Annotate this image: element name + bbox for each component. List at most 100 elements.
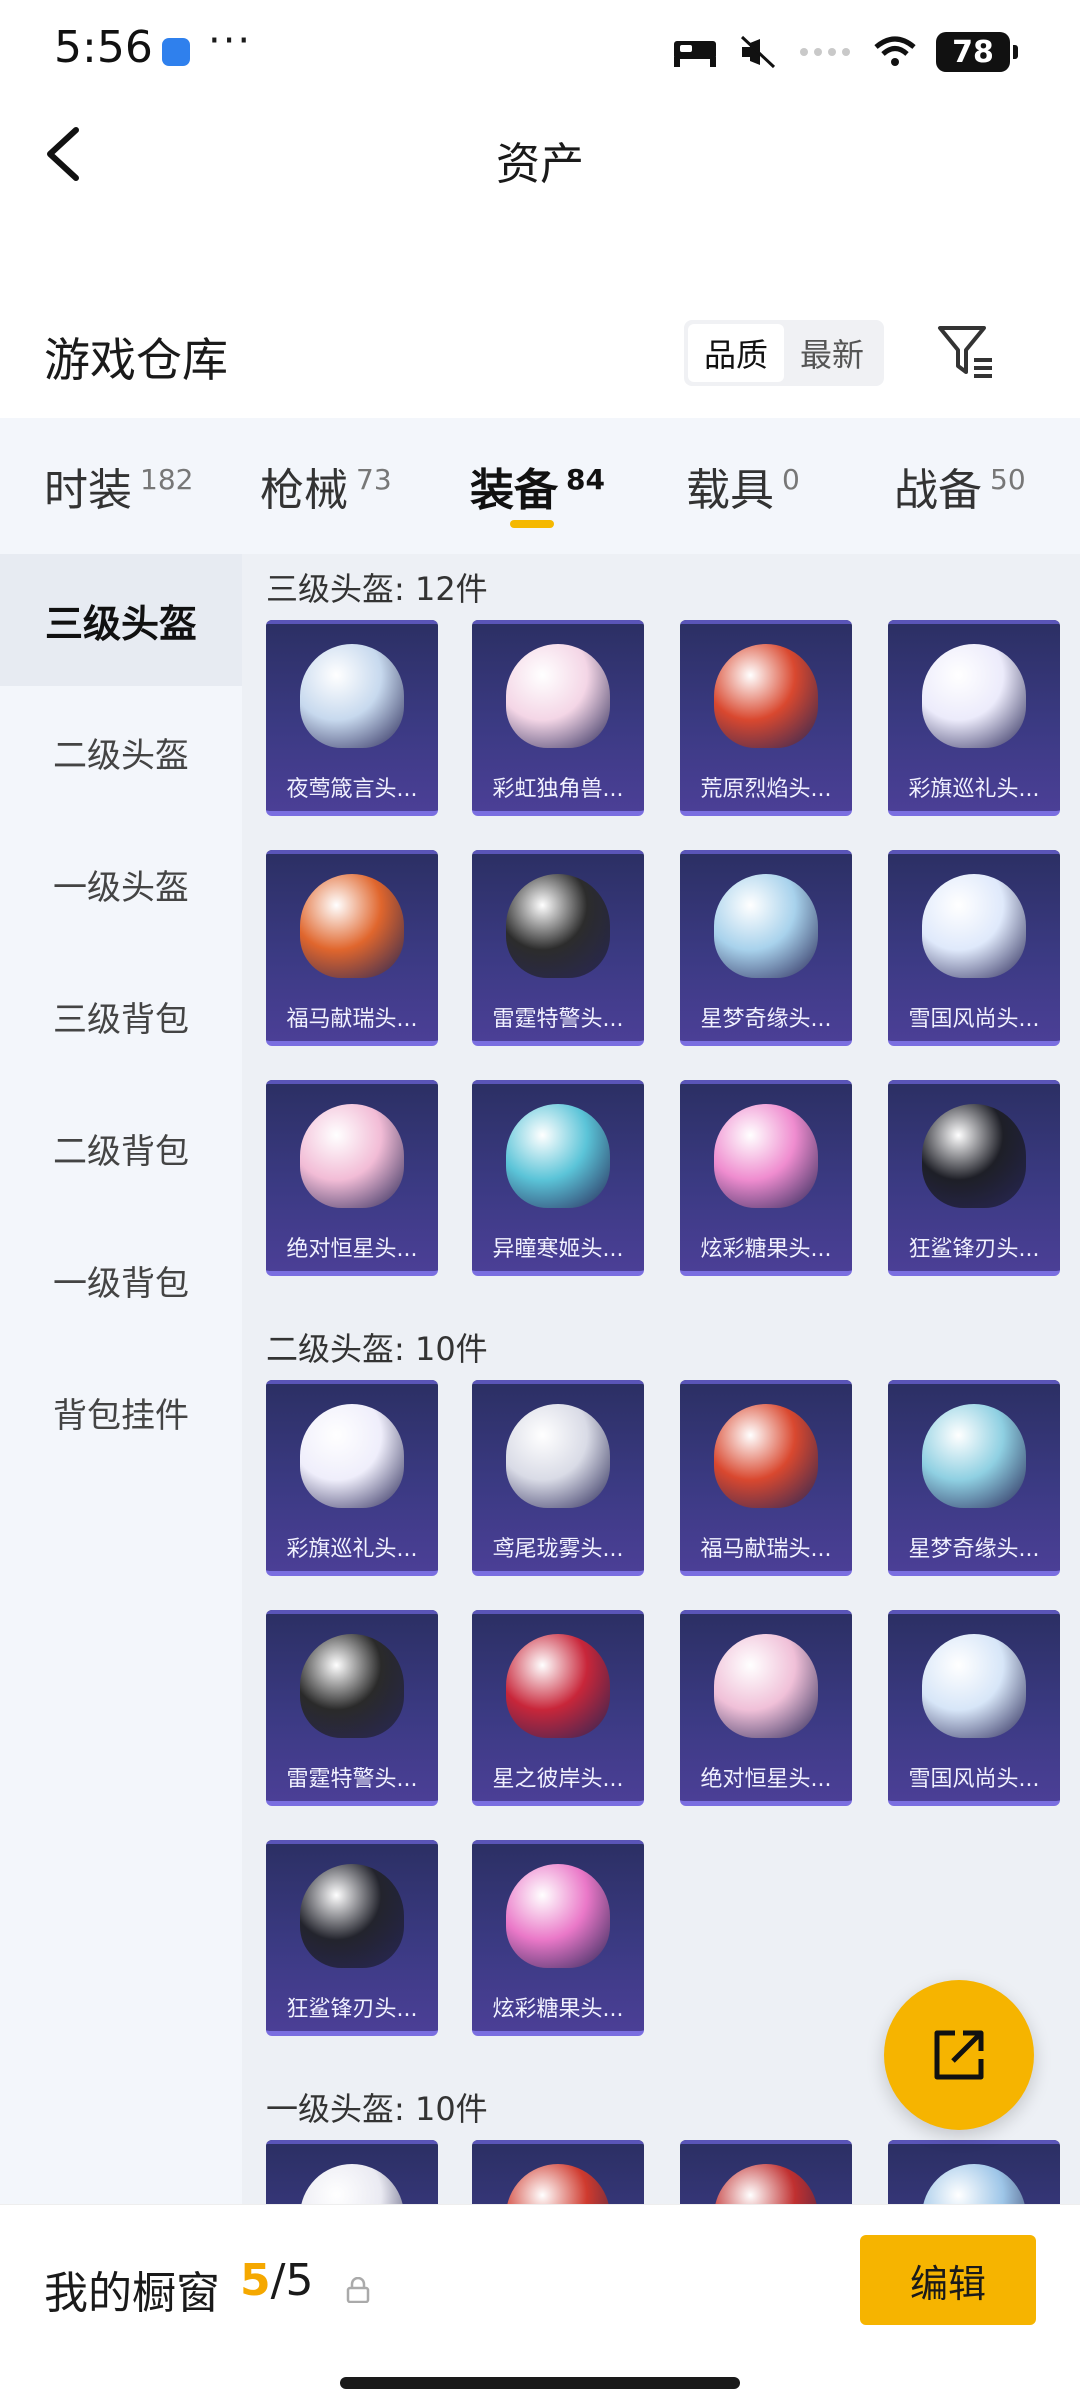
tab-count: 73 xyxy=(356,462,392,496)
helmet-image xyxy=(714,1634,818,1738)
item-card[interactable] xyxy=(472,2140,644,2204)
item-name: 雪国风尚头... xyxy=(908,1767,1040,1792)
helmet-image xyxy=(506,1404,610,1508)
subcategory-menu: 三级头盔 二级头盔 一级头盔 三级背包 二级背包 一级背包 背包挂件 xyxy=(0,554,242,2204)
helmet-image xyxy=(714,1404,818,1508)
side-item-level2-helmet[interactable]: 二级头盔 xyxy=(0,686,242,818)
wifi-icon xyxy=(874,36,916,66)
side-item-backpack-charm[interactable]: 背包挂件 xyxy=(0,1346,242,1478)
item-name: 鸢尾珑雾头... xyxy=(492,1537,624,1562)
item-name: 彩旗巡礼头... xyxy=(908,777,1040,802)
status-bar: 5:56 ··· 78 xyxy=(0,0,1080,100)
showcase-count-total: /5 xyxy=(270,2255,314,2306)
item-name: 狂鲨锋刃头... xyxy=(286,1997,418,2022)
item-card[interactable]: 狂鲨锋刃头... xyxy=(888,1080,1060,1276)
item-card[interactable]: 绝对恒星头... xyxy=(680,1610,852,1806)
group-title: 三级头盔: 12件 xyxy=(266,570,488,608)
item-card[interactable]: 鸢尾珑雾头... xyxy=(472,1380,644,1576)
item-name: 星之彼岸头... xyxy=(492,1767,624,1792)
item-card[interactable]: 彩旗巡礼头... xyxy=(266,1380,438,1576)
group-title: 一级头盔: 10件 xyxy=(266,2090,488,2128)
item-card[interactable] xyxy=(266,2140,438,2204)
helmet-image xyxy=(300,1634,404,1738)
tab-equipment[interactable]: 装备 84 xyxy=(426,418,642,554)
showcase-count: 5/5 xyxy=(240,2255,313,2306)
share-button[interactable] xyxy=(884,1980,1034,2130)
item-card[interactable]: 星之彼岸头... xyxy=(472,1610,644,1806)
item-card[interactable]: 异瞳寒姬头... xyxy=(472,1080,644,1276)
tab-supplies[interactable]: 战备 50 xyxy=(850,418,1080,554)
helmet-image xyxy=(506,2164,610,2204)
item-card[interactable] xyxy=(888,2140,1060,2204)
item-card[interactable]: 雷霆特警头... xyxy=(472,850,644,1046)
item-card[interactable]: 炫彩糖果头... xyxy=(472,1840,644,2036)
tab-weapons[interactable]: 枪械 73 xyxy=(216,418,426,554)
item-card[interactable]: 福马献瑞头... xyxy=(680,1380,852,1576)
item-name: 雪国风尚头... xyxy=(908,1007,1040,1032)
side-item-level3-helmet[interactable]: 三级头盔 xyxy=(0,554,242,686)
app-notification-icon xyxy=(162,38,190,66)
item-name: 雷霆特警头... xyxy=(286,1767,418,1792)
warehouse-title: 游戏仓库 xyxy=(44,333,228,387)
item-name: 彩旗巡礼头... xyxy=(286,1537,418,1562)
active-tab-underline xyxy=(510,520,554,528)
helmet-image xyxy=(300,874,404,978)
tab-vehicles[interactable]: 载具 0 xyxy=(642,418,850,554)
warehouse-header: 游戏仓库 品质 最新 xyxy=(0,300,1080,410)
tab-label: 枪械 xyxy=(260,465,348,516)
helmet-image xyxy=(300,2164,404,2204)
tab-count: 0 xyxy=(782,462,800,496)
sort-newest-button[interactable]: 最新 xyxy=(784,324,880,382)
top-header: 资产 xyxy=(0,100,1080,210)
sort-quality-button[interactable]: 品质 xyxy=(688,324,784,382)
item-name: 彩虹独角兽... xyxy=(492,777,624,802)
battery-level: 78 xyxy=(952,34,994,70)
showcase-bar: 我的橱窗 5/5 编辑 xyxy=(0,2204,1080,2400)
tab-label: 时装 xyxy=(44,465,132,516)
side-item-level1-backpack[interactable]: 一级背包 xyxy=(0,1214,242,1346)
helmet-image xyxy=(714,1104,818,1208)
helmet-image xyxy=(714,2164,818,2204)
edit-button[interactable]: 编辑 xyxy=(860,2235,1036,2325)
bed-icon xyxy=(674,41,716,67)
item-card[interactable]: 彩旗巡礼头... xyxy=(888,620,1060,816)
helmet-image xyxy=(922,1404,1026,1508)
item-card[interactable]: 雪国风尚头... xyxy=(888,1610,1060,1806)
item-card[interactable]: 雷霆特警头... xyxy=(266,1610,438,1806)
item-card[interactable]: 福马献瑞头... xyxy=(266,850,438,1046)
item-name: 荒原烈焰头... xyxy=(700,777,832,802)
side-item-level3-backpack[interactable]: 三级背包 xyxy=(0,950,242,1082)
sort-toggle: 品质 最新 xyxy=(684,320,884,386)
helmet-image xyxy=(506,1864,610,1968)
item-card[interactable]: 狂鲨锋刃头... xyxy=(266,1840,438,2036)
item-card[interactable]: 星梦奇缘头... xyxy=(888,1380,1060,1576)
item-card[interactable]: 炫彩糖果头... xyxy=(680,1080,852,1276)
item-grid: 三级头盔: 12件夜莺箴言头... 彩虹独角兽... 荒原烈焰头... 彩旗巡礼头..… xyxy=(242,554,1080,2204)
helmet-image xyxy=(922,874,1026,978)
helmet-image xyxy=(922,644,1026,748)
item-card[interactable] xyxy=(680,2140,852,2204)
side-item-level1-helmet[interactable]: 一级头盔 xyxy=(0,818,242,950)
item-card[interactable]: 星梦奇缘头... xyxy=(680,850,852,1046)
item-card[interactable]: 绝对恒星头... xyxy=(266,1080,438,1276)
helmet-image xyxy=(922,1104,1026,1208)
share-icon xyxy=(934,2030,984,2080)
helmet-image xyxy=(922,1634,1026,1738)
tab-count: 50 xyxy=(990,462,1026,496)
item-card[interactable]: 彩虹独角兽... xyxy=(472,620,644,816)
helmet-image xyxy=(300,1864,404,1968)
helmet-image xyxy=(506,874,610,978)
page-title: 资产 xyxy=(496,139,584,190)
helmet-image xyxy=(300,1404,404,1508)
item-card[interactable]: 雪国风尚头... xyxy=(888,850,1060,1046)
filter-icon[interactable] xyxy=(934,320,998,384)
tab-label: 载具 xyxy=(686,465,774,516)
item-name: 星梦奇缘头... xyxy=(908,1537,1040,1562)
tab-fashion[interactable]: 时装 182 xyxy=(0,418,216,554)
helmet-image xyxy=(506,644,610,748)
item-card[interactable]: 夜莺箴言头... xyxy=(266,620,438,816)
side-item-level2-backpack[interactable]: 二级背包 xyxy=(0,1082,242,1214)
item-card[interactable]: 荒原烈焰头... xyxy=(680,620,852,816)
helmet-image xyxy=(714,874,818,978)
showcase-label: 我的橱窗 xyxy=(44,2268,220,2319)
